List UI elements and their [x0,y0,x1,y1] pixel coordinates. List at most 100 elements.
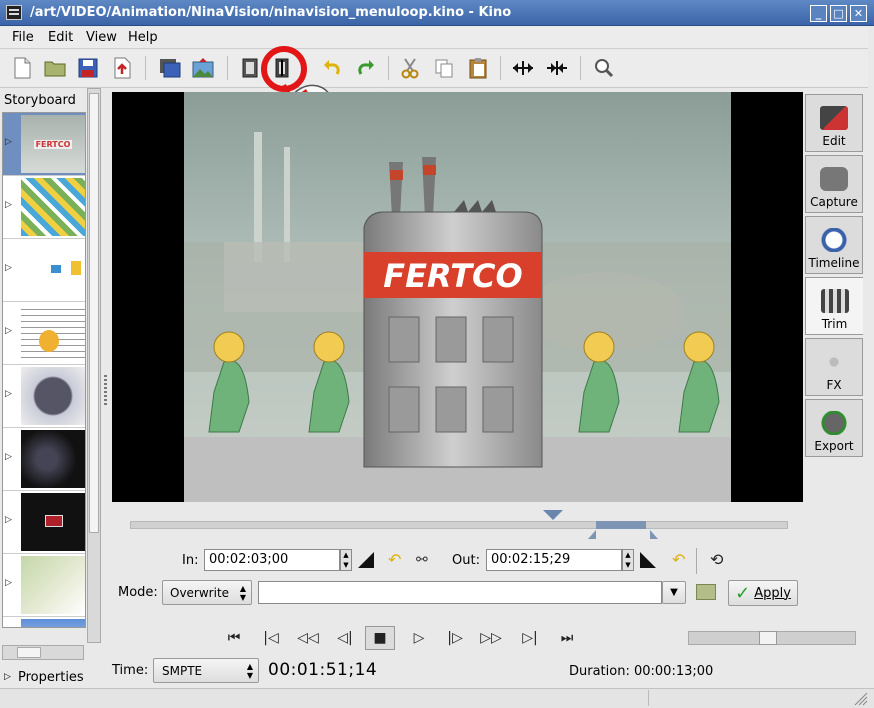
open-folder-icon[interactable] [41,54,69,82]
mode-select[interactable]: Overwrite ▲ ▼ [162,580,252,605]
export-image-icon[interactable] [189,54,217,82]
trim-range-handles-icon[interactable] [588,530,658,539]
loop-icon[interactable]: ⟲ [710,550,723,569]
storyboard-item[interactable]: ▷ [3,554,85,617]
trim-scrub-bar[interactable] [130,521,788,529]
shrink-icon[interactable] [543,54,571,82]
expand-arrow-icon[interactable]: ▷ [5,326,12,336]
link-points-icon[interactable]: ⚯ [416,552,428,568]
menu-edit[interactable]: Edit [48,30,73,45]
trim-scissors-icon [820,289,849,313]
expand-icon[interactable] [509,54,537,82]
next-scene-icon[interactable]: ▷| [515,626,545,650]
pane-resize-handle[interactable] [104,375,107,405]
storyboard-item[interactable]: ▷ [3,617,85,627]
sidebar-trim-button[interactable]: Trim [805,277,863,335]
go-to-start-icon[interactable]: ⏮ [219,626,249,650]
scrollbar-thumb[interactable] [89,93,99,533]
trim-range-selection[interactable] [596,521,646,529]
sidebar-capture-button[interactable]: Capture [805,155,863,213]
out-point-spinner[interactable]: ▲ ▼ [622,549,634,571]
properties-expander-icon[interactable]: ▷ [4,672,11,682]
export-film-icon [820,411,848,435]
storyboard-item[interactable]: ▷ [3,428,85,491]
sidebar-export-label: Export [814,439,854,453]
expand-arrow-icon[interactable]: ▷ [5,452,12,462]
storyboard-item[interactable]: ▷ [3,491,85,554]
new-file-icon[interactable] [8,54,36,82]
storyboard-item[interactable]: ▷ [3,365,85,428]
expand-arrow-icon[interactable]: ▷ [5,515,12,525]
storyboard-item[interactable]: ▷ FERTCO [3,113,85,176]
expand-arrow-icon[interactable]: ▷ [5,389,12,399]
copy-icon[interactable] [430,54,458,82]
redo-icon[interactable] [352,54,380,82]
sidebar-edit-label: Edit [822,134,846,148]
storyboard-list[interactable]: ▷ FERTCO ▷ ▷ ▷ ▷ ▷ ▷ ▷ ▷ [2,112,86,628]
menu-help[interactable]: Help [128,30,158,45]
paste-icon[interactable] [464,54,492,82]
file-dropdown-button[interactable]: ▼ [662,581,686,604]
storyboard-vertical-scrollbar[interactable] [87,88,101,643]
video-frame: FERTCO [184,92,731,502]
properties-expander[interactable]: Properties [18,670,84,685]
cut-icon[interactable] [396,54,424,82]
expand-arrow-icon[interactable]: ▷ [5,578,12,588]
step-back-icon[interactable]: ◁| [330,626,360,650]
browse-folder-icon[interactable] [696,584,716,600]
sidebar-export-button[interactable]: Export [805,399,863,457]
reset-out-undo-icon[interactable]: ↶ [672,550,685,569]
toolbar-separator [388,56,389,80]
in-point-spinner[interactable]: ▲ ▼ [340,549,352,571]
save-as-icon[interactable] [108,54,136,82]
window-title: /art/VIDEO/Animation/NinaVision/ninavisi… [30,5,512,20]
mode-label: Mode: [118,585,158,600]
sidebar-capture-label: Capture [810,195,858,209]
rewind-icon[interactable]: ◁◁ [293,626,323,650]
playhead-marker-icon[interactable] [543,510,563,520]
stop-icon[interactable]: ■ [365,626,395,650]
toolbar-separator [145,56,146,80]
scene-thumbnail: FERTCO [21,115,85,173]
zoom-icon[interactable] [590,54,618,82]
set-out-marker-icon[interactable] [640,552,658,568]
play-icon[interactable]: ▷ [404,626,434,650]
maximize-button[interactable]: □ [830,5,847,22]
expand-arrow-icon[interactable]: ▷ [5,263,12,273]
sidebar-timeline-button[interactable]: Timeline [805,216,863,274]
current-time-display: 00:01:51;14 [268,660,378,680]
previous-scene-icon[interactable]: |◁ [256,626,286,650]
scrollbar-thumb[interactable] [17,647,41,658]
video-frame-art: FERTCO [184,92,731,502]
out-point-field[interactable]: 00:02:15;29 [486,549,622,571]
storyboard-horizontal-scrollbar[interactable] [2,645,84,660]
resize-grip-icon[interactable] [852,690,868,706]
minimize-button[interactable]: _ [810,5,827,22]
save-frame-icon[interactable] [156,54,184,82]
apply-button[interactable]: ✓ Apply [728,580,798,606]
menu-view[interactable]: View [86,30,117,45]
storyboard-item[interactable]: ▷ [3,239,85,302]
set-in-marker-icon[interactable] [358,552,376,568]
fast-forward-icon[interactable]: ▷▷ [476,626,506,650]
shuttle-slider[interactable] [688,631,856,645]
in-point-field[interactable]: 00:02:03;00 [204,549,340,571]
shuttle-slider-handle[interactable] [759,631,777,645]
reset-in-undo-icon[interactable]: ↶ [388,550,401,569]
expand-arrow-icon[interactable]: ▷ [5,200,12,210]
kino-app-icon[interactable] [6,5,22,20]
sidebar-edit-button[interactable]: Edit [805,94,863,152]
time-format-select[interactable]: SMPTE ▲ ▼ [153,658,259,683]
menu-file[interactable]: File [12,30,34,45]
sidebar-fx-button[interactable]: FX [805,338,863,396]
close-button[interactable]: ✕ [850,5,867,22]
go-to-end-icon[interactable]: ⏭ [552,626,582,650]
step-forward-icon[interactable]: |▷ [440,626,470,650]
file-path-input[interactable] [258,581,662,604]
storyboard-item[interactable]: ▷ [3,302,85,365]
scene-thumbnail [21,430,85,488]
time-format-value: SMPTE [162,663,203,678]
save-icon[interactable] [74,54,102,82]
storyboard-item[interactable]: ▷ [3,176,85,239]
expand-arrow-icon[interactable]: ▷ [5,137,12,147]
